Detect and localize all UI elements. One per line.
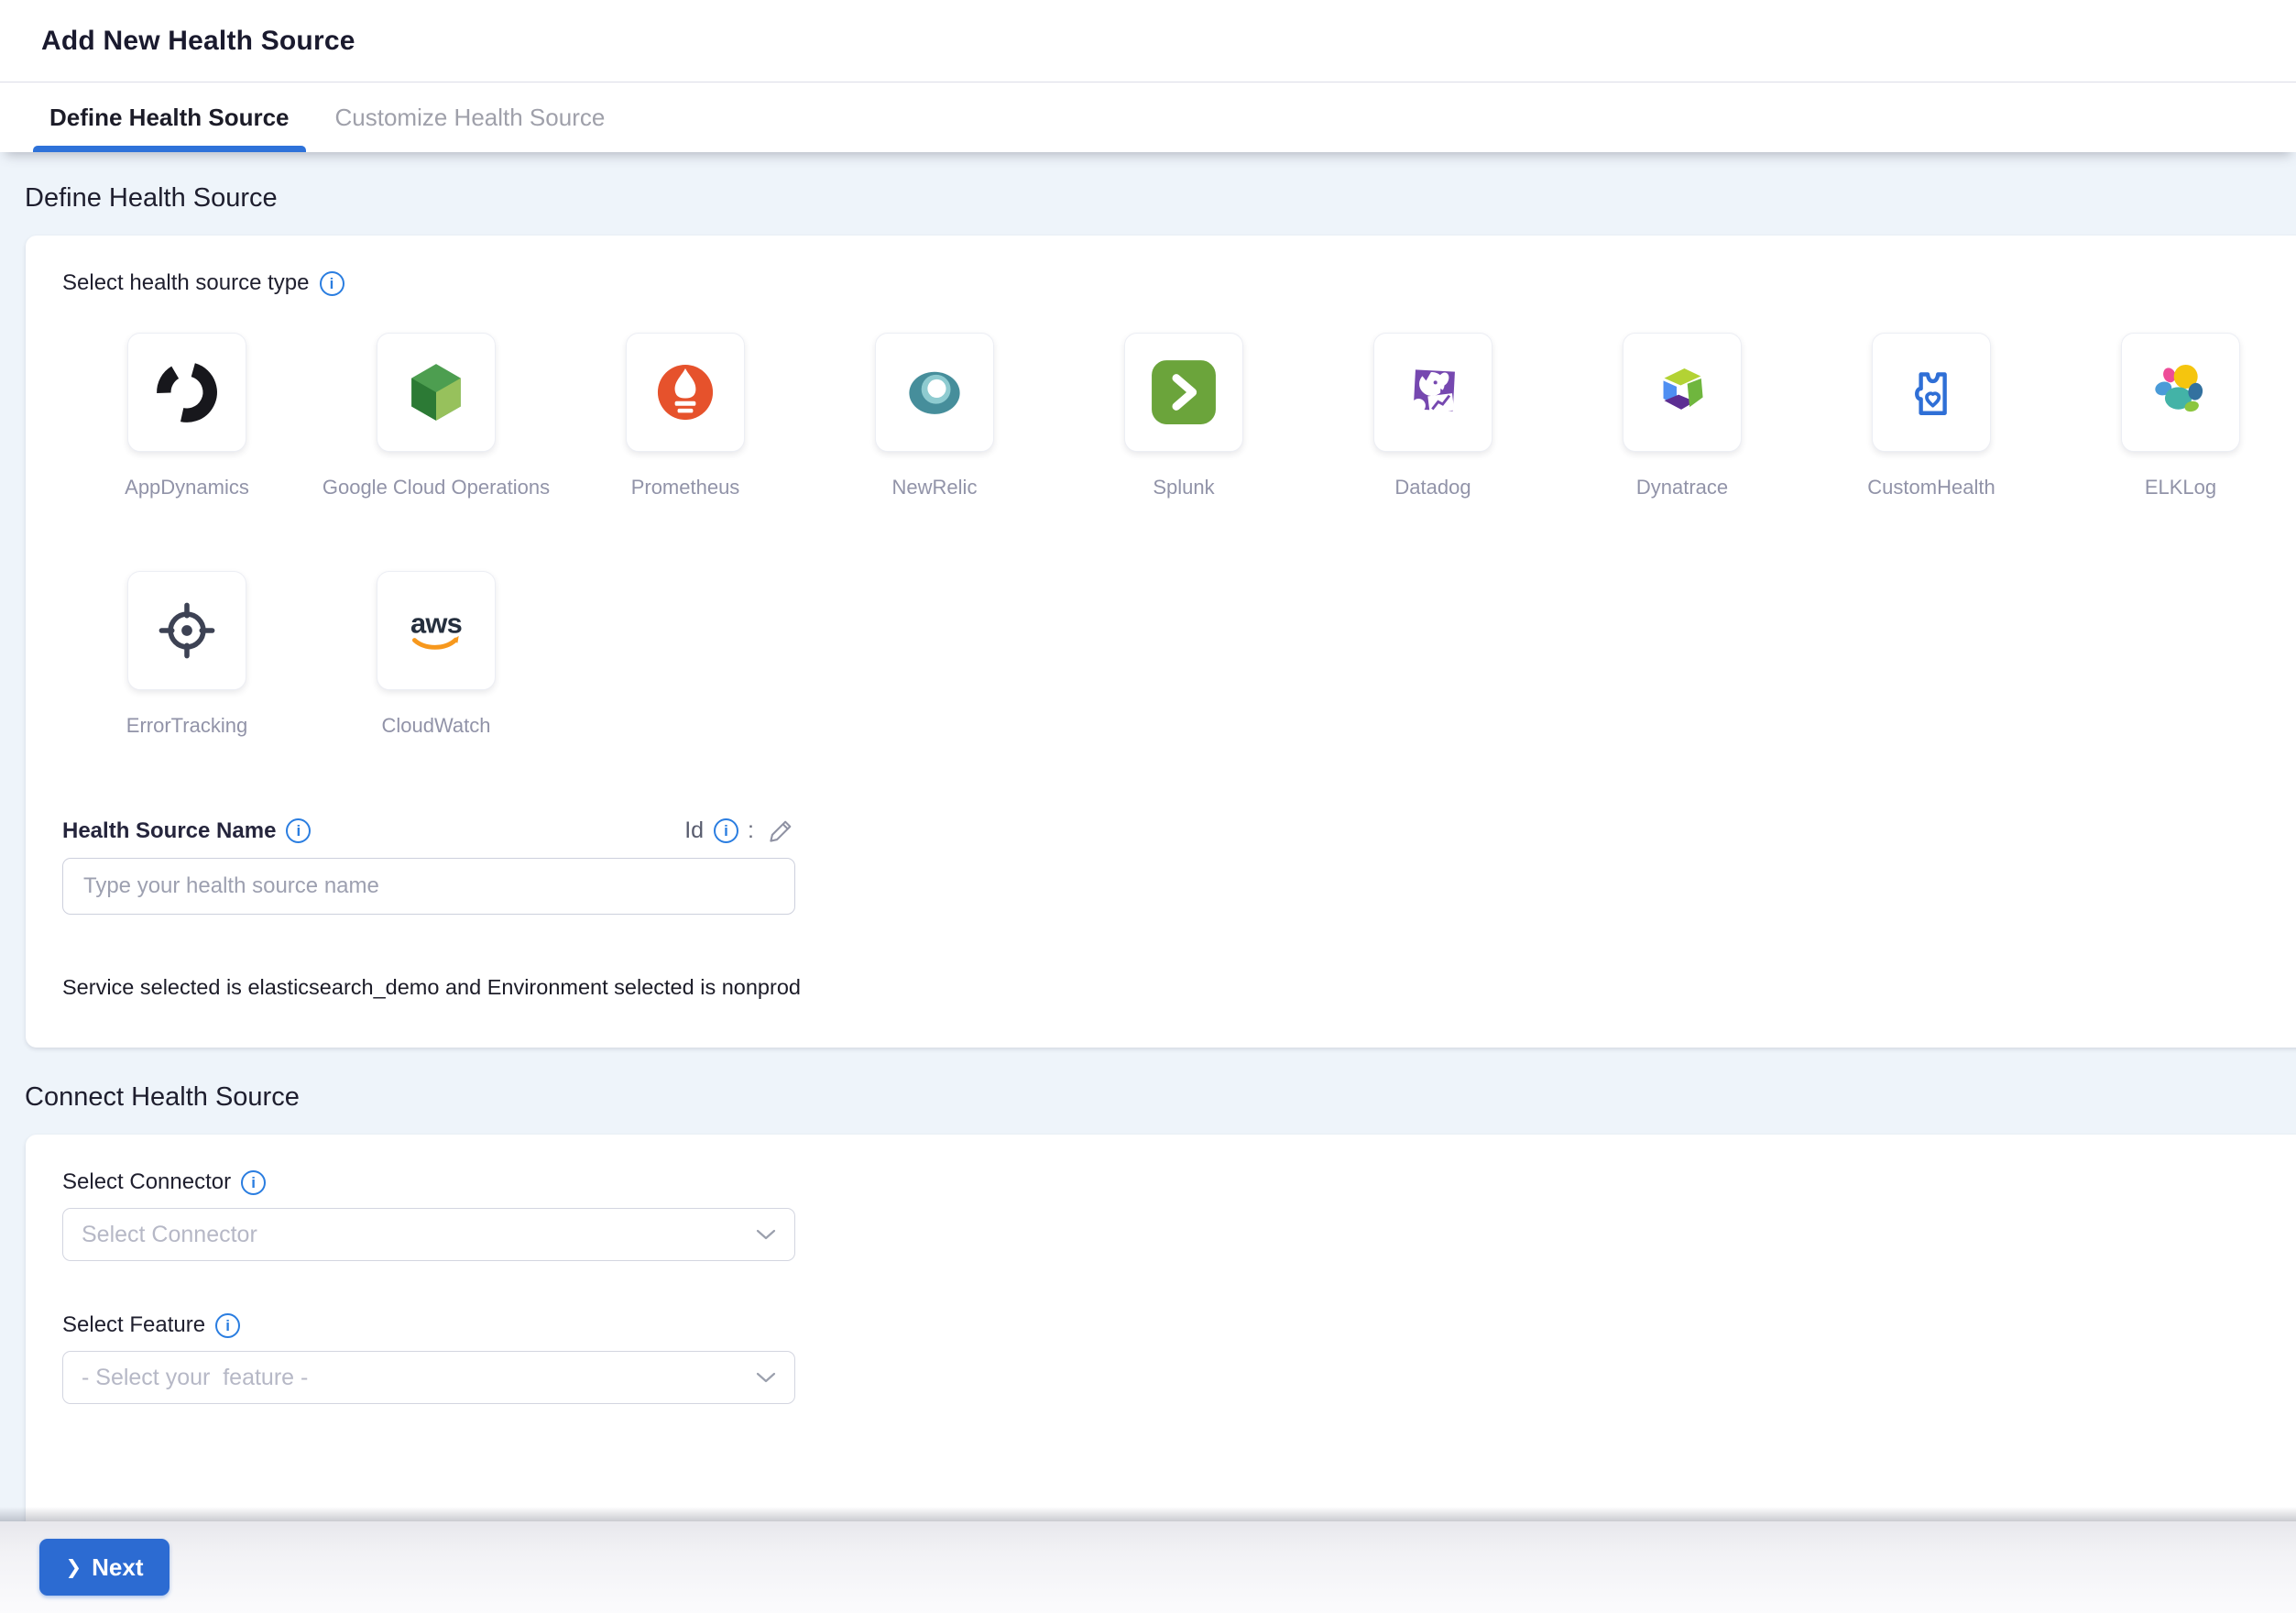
info-icon[interactable]: [286, 818, 311, 843]
page-title: Add New Health Source: [41, 26, 355, 57]
select-connector-label-row: Select Connector: [62, 1169, 2272, 1195]
select-connector-label: Select Connector: [62, 1169, 231, 1195]
source-type-card-dynatrace[interactable]: [1623, 333, 1742, 452]
connector-select-placeholder: Select Connector: [82, 1222, 257, 1248]
source-type-label: Prometheus: [631, 476, 740, 499]
source-type-label: Dynatrace: [1636, 476, 1728, 499]
source-type-card-prometheus[interactable]: [626, 333, 745, 452]
source-row: AppDynamics Google Cloud Operations Prom…: [62, 333, 2272, 499]
source-row: ErrorTracking aws CloudWatch: [62, 571, 2272, 738]
service-environment-note: Service selected is elasticsearch_demo a…: [62, 975, 2272, 1000]
source-type-card-cloudwatch[interactable]: aws: [377, 571, 496, 690]
select-source-type-label: Select health source type: [62, 270, 310, 296]
source-type-card-elklog[interactable]: [2121, 333, 2240, 452]
source-item-elklog: ELKLog: [2056, 333, 2296, 499]
source-item-newrelic: NewRelic: [810, 333, 1059, 499]
select-feature-label-row: Select Feature: [62, 1312, 2272, 1338]
edit-id-pencil-icon[interactable]: [767, 817, 795, 845]
prometheus-icon: [650, 357, 721, 428]
cloudwatch-icon: aws: [400, 595, 472, 666]
tab-bar: Define Health Source Customize Health So…: [0, 82, 2296, 152]
source-type-label: CloudWatch: [381, 714, 490, 738]
next-button[interactable]: ❯ Next: [39, 1539, 169, 1596]
health-source-name-label-row: Health Source Name: [62, 818, 311, 844]
define-section-heading: Define Health Source: [25, 183, 2296, 214]
appdynamics-icon: [151, 357, 223, 428]
health-source-name-input[interactable]: [62, 858, 795, 915]
source-item-customhealth: CustomHealth: [1807, 333, 2056, 499]
customhealth-icon: [1896, 357, 1967, 428]
connect-section-heading: Connect Health Source: [25, 1082, 2296, 1113]
elklog-icon: [2145, 357, 2216, 428]
google-cloud-operations-icon: [400, 357, 472, 428]
source-item-errortracking: ErrorTracking: [62, 571, 312, 738]
chevron-down-icon: [756, 1372, 776, 1383]
tab-customize-health-source[interactable]: Customize Health Source: [319, 82, 622, 152]
page-header: Add New Health Source: [0, 0, 2296, 82]
chevron-right-icon: ❯: [66, 1558, 82, 1577]
tab-label: Define Health Source: [49, 104, 290, 132]
source-item-dynatrace: Dynatrace: [1558, 333, 1807, 499]
health-source-name-row: Health Source Name Id :: [62, 817, 795, 845]
source-type-card-appdynamics[interactable]: [127, 333, 246, 452]
info-icon[interactable]: [714, 818, 738, 843]
svg-text:aws: aws: [410, 607, 462, 639]
newrelic-icon: [899, 357, 970, 428]
source-item-appdynamics: AppDynamics: [62, 333, 312, 499]
source-type-card-newrelic[interactable]: [875, 333, 994, 452]
dynatrace-icon: [1646, 357, 1718, 428]
select-source-type-label-row: Select health source type: [62, 270, 2272, 296]
tab-label: Customize Health Source: [335, 104, 606, 132]
info-icon[interactable]: [215, 1313, 240, 1338]
source-type-label: ELKLog: [2145, 476, 2216, 499]
source-item-datadog: Datadog: [1308, 333, 1558, 499]
source-type-label: AppDynamics: [125, 476, 249, 499]
define-health-source-card: Select health source type AppDynamics Go…: [26, 236, 2296, 1048]
connector-select[interactable]: Select Connector: [62, 1208, 795, 1261]
source-item-splunk: Splunk: [1059, 333, 1308, 499]
source-type-card-google-cloud-operations[interactable]: [377, 333, 496, 452]
source-type-label: CustomHealth: [1867, 476, 1995, 499]
id-group: Id :: [684, 817, 795, 845]
splunk-icon: [1148, 357, 1219, 428]
next-button-label: Next: [92, 1553, 143, 1582]
info-icon[interactable]: [241, 1170, 266, 1195]
source-type-label: NewRelic: [892, 476, 978, 499]
chevron-down-icon: [756, 1229, 776, 1240]
health-source-name-label: Health Source Name: [62, 818, 276, 844]
health-source-type-grid: AppDynamics Google Cloud Operations Prom…: [62, 333, 2272, 738]
tab-define-health-source[interactable]: Define Health Source: [33, 82, 306, 152]
add-health-source-page: Add New Health Source Define Health Sour…: [0, 0, 2296, 1613]
source-type-card-datadog[interactable]: [1373, 333, 1492, 452]
footer-bar: ❯ Next: [0, 1521, 2296, 1613]
feature-select[interactable]: - Select your feature -: [62, 1351, 795, 1404]
select-feature-label: Select Feature: [62, 1312, 205, 1338]
source-type-card-errortracking[interactable]: [127, 571, 246, 690]
source-type-label: Datadog: [1394, 476, 1471, 499]
source-type-label: ErrorTracking: [126, 714, 247, 738]
datadog-icon: [1397, 357, 1469, 428]
id-label: Id: [684, 817, 704, 844]
source-item-prometheus: Prometheus: [561, 333, 810, 499]
source-item-cloudwatch: aws CloudWatch: [312, 571, 561, 738]
source-type-label: Splunk: [1153, 476, 1214, 499]
source-type-card-customhealth[interactable]: [1872, 333, 1991, 452]
source-type-card-splunk[interactable]: [1124, 333, 1243, 452]
feature-select-placeholder: - Select your feature -: [82, 1365, 308, 1391]
drawer-content: Define Health Source Select health sourc…: [0, 152, 2296, 1575]
id-separator: :: [748, 817, 754, 844]
errortracking-icon: [151, 595, 223, 666]
source-item-google-cloud-operations: Google Cloud Operations: [312, 333, 561, 499]
info-icon[interactable]: [320, 271, 344, 296]
source-type-label: Google Cloud Operations: [323, 476, 550, 499]
